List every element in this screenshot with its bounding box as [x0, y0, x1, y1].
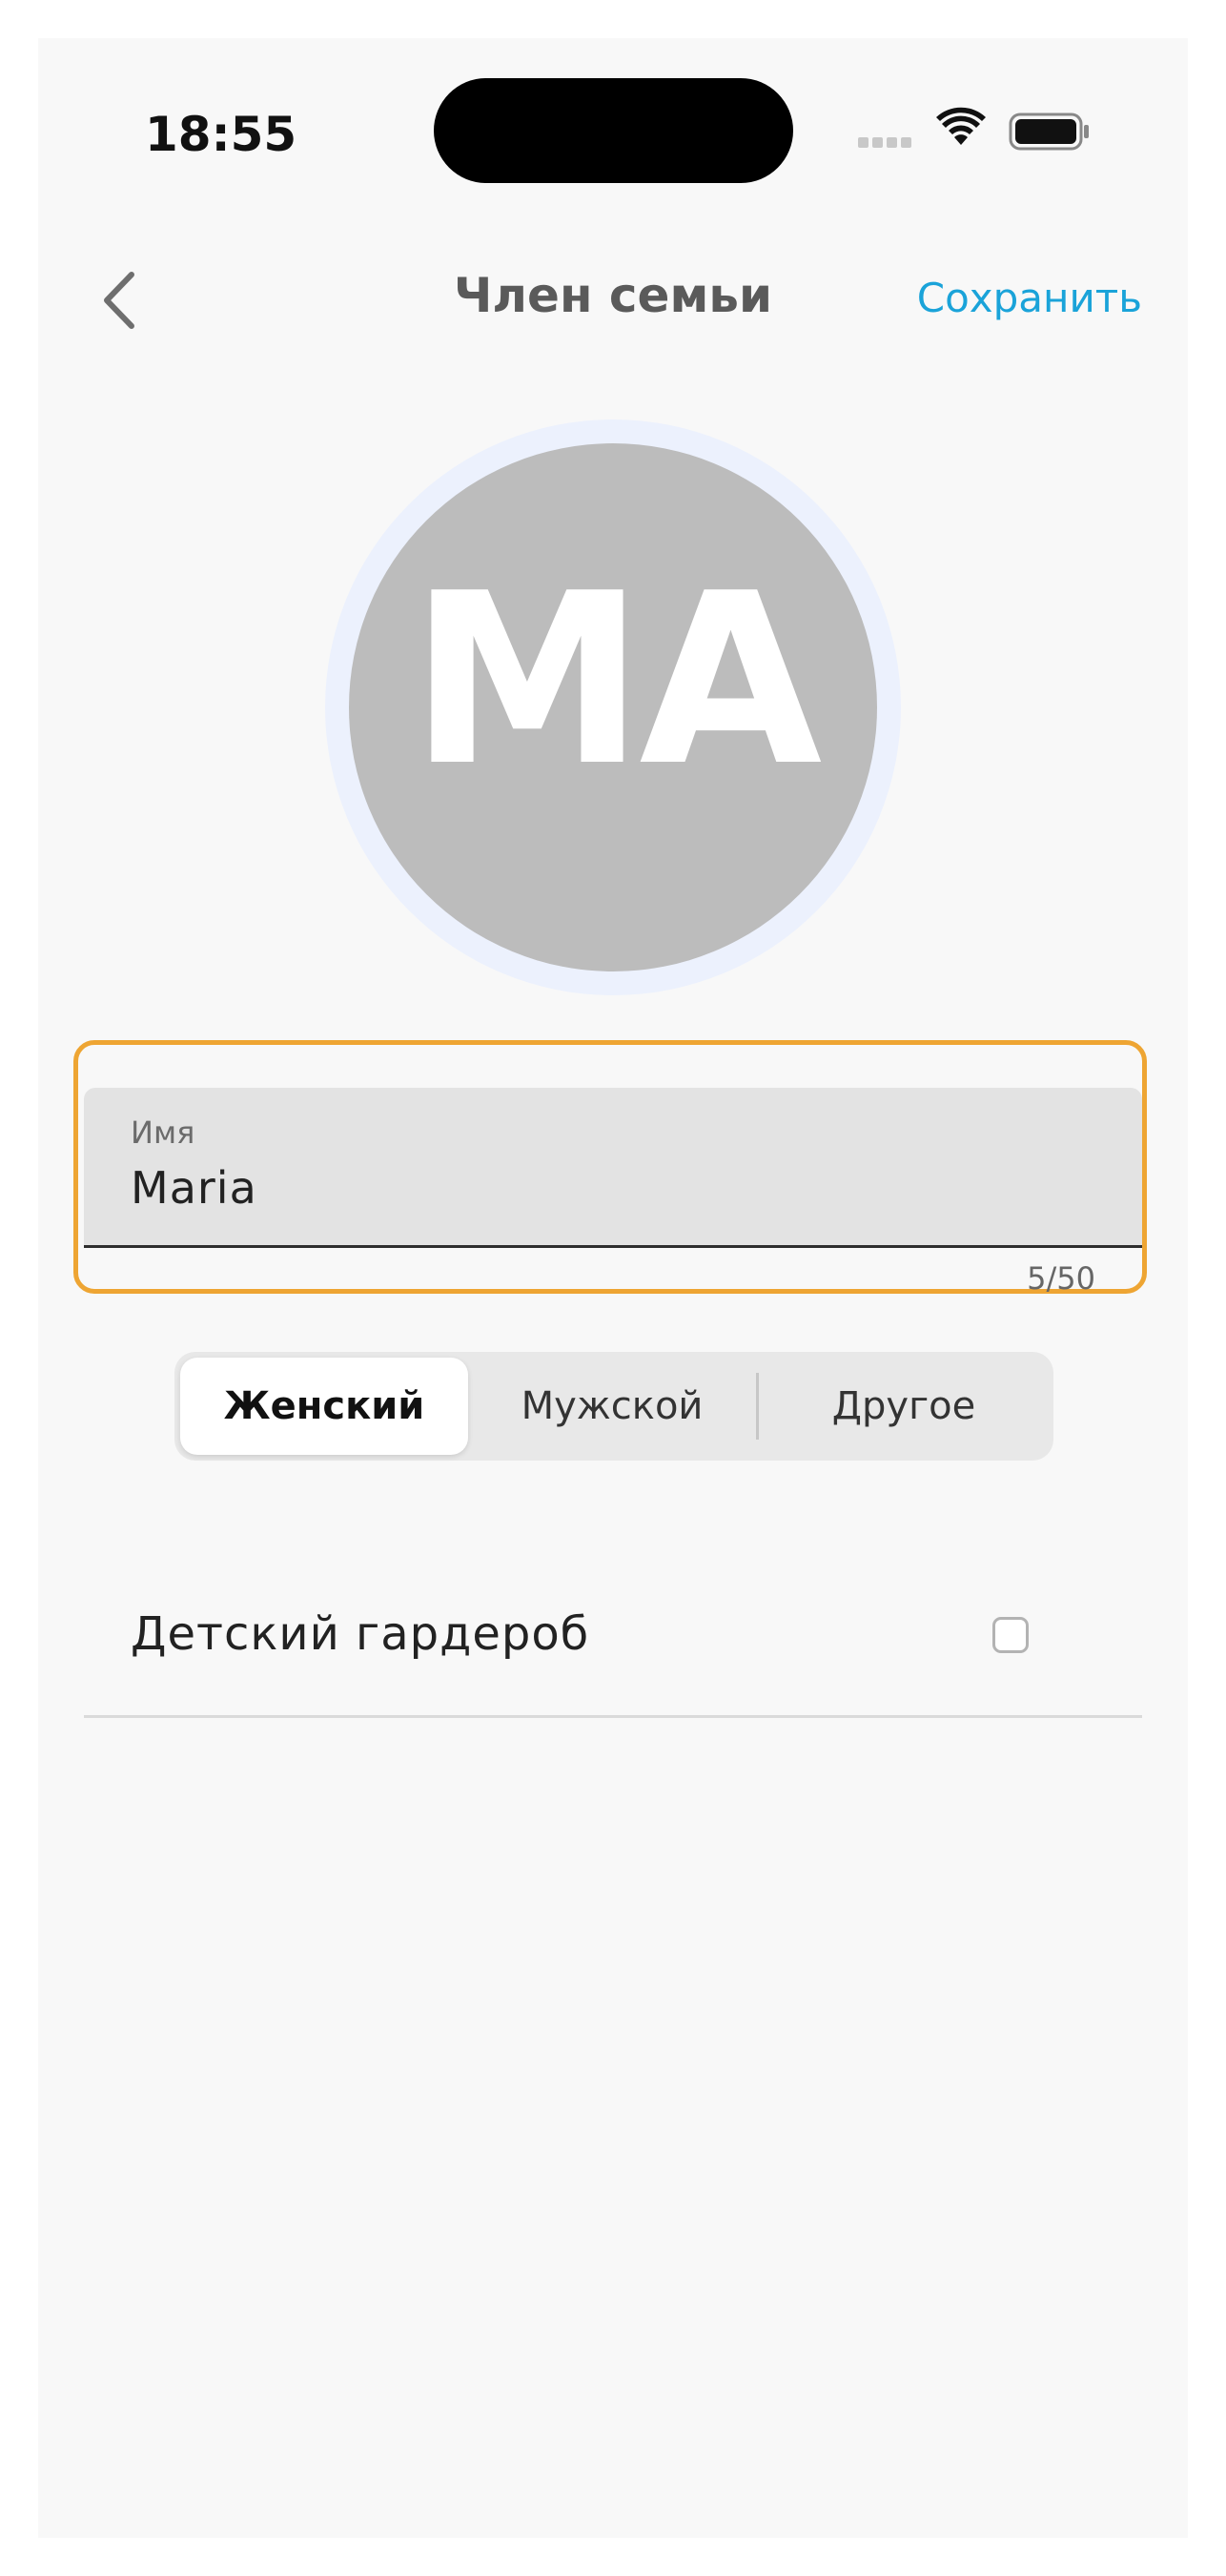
- row-divider: [84, 1715, 1142, 1718]
- name-field[interactable]: Имя: [84, 1088, 1142, 1248]
- wifi-icon: [936, 107, 986, 145]
- chevron-left-icon: [104, 272, 134, 329]
- segment-female[interactable]: Женский: [180, 1358, 468, 1455]
- kids-wardrobe-label: Детский гардероб: [131, 1607, 590, 1661]
- status-icons: [858, 107, 1096, 154]
- status-time: 18:55: [145, 107, 297, 162]
- character-counter: 5/50: [1027, 1260, 1095, 1297]
- segment-male[interactable]: Мужской: [470, 1358, 754, 1455]
- back-button[interactable]: [95, 267, 143, 334]
- name-input[interactable]: [131, 1162, 1084, 1214]
- dynamic-island: [434, 78, 793, 183]
- save-button[interactable]: Сохранить: [917, 275, 1142, 321]
- kids-wardrobe-checkbox[interactable]: [992, 1617, 1029, 1653]
- battery-icon: [1009, 112, 1089, 151]
- gender-segmented-control: Женский Мужской Другое: [174, 1352, 1053, 1461]
- name-field-label: Имя: [131, 1114, 195, 1151]
- segment-divider: [756, 1373, 759, 1440]
- page-title: Член семьи: [454, 268, 772, 323]
- avatar-initials: MA: [409, 543, 823, 818]
- segment-other[interactable]: Другое: [760, 1358, 1048, 1455]
- cellular-signal-icon: [858, 133, 915, 152]
